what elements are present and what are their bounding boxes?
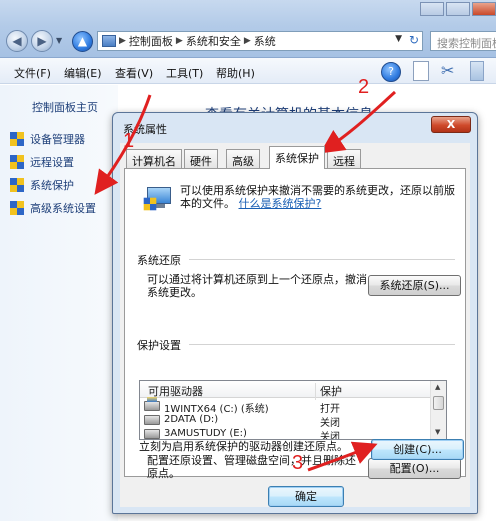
sidebar-item-label: 系统保护 — [30, 179, 74, 192]
group-divider — [189, 344, 455, 345]
restore-group-label: 系统还原 — [137, 252, 185, 268]
back-button[interactable]: ◀ — [6, 30, 28, 52]
drive-row[interactable]: 2DATA (D:) 关闭 — [140, 413, 432, 429]
sidebar-item-device-manager[interactable]: 设备管理器 — [10, 131, 85, 147]
drive-list[interactable]: 可用驱动器 保护 1WINTX64 (C:) (系统) 打开 2DATA (D:… — [139, 380, 447, 440]
minimize-button[interactable] — [420, 2, 444, 16]
tab-system-protection[interactable]: 系统保护 — [269, 146, 325, 169]
history-dropdown-icon[interactable]: ▼ — [56, 36, 62, 45]
drive-name: 3AMUSTUDY (E:) — [164, 428, 247, 439]
annotation-number-2: 2 — [358, 76, 370, 98]
control-panel-icon — [102, 35, 116, 47]
sidebar-item-remote-settings[interactable]: 远程设置 — [10, 154, 74, 170]
close-icon: X — [446, 118, 456, 131]
scroll-down-icon[interactable]: ▼ — [435, 428, 440, 436]
sidebar-item-label: 远程设置 — [30, 156, 74, 169]
refresh-icon[interactable]: ↻ — [409, 33, 419, 47]
window-close-button[interactable] — [472, 2, 496, 16]
drive-protection-status: 关闭 — [320, 432, 340, 440]
tab-hardware[interactable]: 硬件 — [184, 149, 218, 168]
configure-button[interactable]: 配置(O)... — [368, 458, 461, 479]
system-drive-icon — [144, 397, 160, 411]
view-options-icon[interactable] — [413, 61, 429, 81]
drive-row[interactable]: 1WINTX64 (C:) (系统) 打开 — [140, 397, 432, 415]
address-field[interactable]: ▶ 控制面板 ▶ 系统和安全 ▶ 系统 ▼ ↻ — [97, 31, 423, 51]
tab-computer-name[interactable]: 计算机名 — [126, 149, 182, 168]
sidebar-item-system-protection[interactable]: 系统保护 — [10, 177, 74, 193]
uac-shield-icon — [10, 201, 24, 215]
uac-shield-icon — [10, 155, 24, 169]
help-icon[interactable]: ? — [381, 62, 401, 82]
menu-view[interactable]: 查看(V) — [115, 65, 153, 81]
up-arrow-icon: ▲ — [77, 34, 88, 48]
breadcrumb-separator-icon[interactable]: ▶ — [119, 36, 126, 46]
hard-drive-icon — [144, 415, 160, 425]
uac-shield-icon — [10, 178, 24, 192]
system-restore-button[interactable]: 系统还原(S)... — [368, 275, 461, 296]
menu-help[interactable]: 帮助(H) — [216, 65, 255, 81]
back-arrow-icon: ◀ — [12, 34, 22, 48]
sidebar-item-label: 设备管理器 — [30, 133, 85, 146]
search-input[interactable]: 搜索控制面板 — [430, 31, 496, 51]
breadcrumb-system[interactable]: 系统 — [254, 33, 276, 49]
intro-description: 可以使用系统保护来撤消不需要的系统更改，还原以前版本的文件。 什么是系统保护? — [180, 184, 462, 210]
address-dropdown-icon[interactable]: ▼ — [395, 34, 402, 44]
forward-button[interactable]: ▶ — [31, 30, 53, 52]
configure-description: 配置还原设置、管理磁盘空间，并且删除还原点。 — [147, 454, 356, 480]
tab-remote[interactable]: 远程 — [327, 149, 361, 168]
create-restore-point-button[interactable]: 创建(C)... — [371, 439, 464, 460]
tab-advanced[interactable]: 高级 — [226, 149, 260, 168]
annotation-number-3: 3 — [292, 452, 304, 474]
address-bar: ◀ ▶ ▼ ▲ ▶ 控制面板 ▶ 系统和安全 ▶ 系统 ▼ ↻ 搜索控制面板 — [0, 0, 496, 58]
drive-list-scrollbar[interactable]: ▲ ▼ — [430, 381, 446, 439]
create-description: 立刻为启用系统保护的驱动器创建还原点。 — [139, 440, 348, 453]
hard-drive-icon — [144, 429, 160, 439]
maximize-button[interactable] — [446, 2, 470, 16]
what-is-system-protection-link[interactable]: 什么是系统保护? — [239, 197, 322, 210]
drive-name: 2DATA (D:) — [164, 414, 219, 425]
breadcrumb-system-security[interactable]: 系统和安全 — [186, 33, 241, 49]
dialog-close-button[interactable]: X — [431, 116, 471, 133]
ok-button[interactable]: 确定 — [268, 486, 344, 507]
customize-icon[interactable]: ✂ — [441, 61, 454, 80]
forward-arrow-icon: ▶ — [37, 34, 47, 48]
breadcrumb-separator-icon[interactable]: ▶ — [244, 36, 251, 46]
menu-edit[interactable]: 编辑(E) — [64, 65, 102, 81]
annotation-number-1: 1 — [123, 130, 135, 152]
drive-list-header: 可用驱动器 保护 — [140, 381, 432, 400]
control-panel-home-link[interactable]: 控制面板主页 — [32, 99, 98, 115]
restore-description: 可以通过将计算机还原到上一个还原点，撤消系统更改。 — [147, 273, 367, 299]
sidebar-item-advanced-settings[interactable]: 高级系统设置 — [10, 200, 96, 216]
protection-settings-label: 保护设置 — [137, 337, 185, 353]
breadcrumb-separator-icon[interactable]: ▶ — [176, 36, 183, 46]
menu-file[interactable]: 文件(F) — [14, 65, 51, 81]
left-navigation-pane: 控制面板主页 设备管理器 远程设置 系统保护 高级系统设置 — [0, 85, 118, 521]
more-options-icon[interactable] — [470, 61, 484, 81]
scroll-thumb[interactable] — [433, 396, 444, 410]
sidebar-item-label: 高级系统设置 — [30, 202, 96, 215]
column-header-protection[interactable]: 保护 — [320, 383, 342, 399]
system-protection-icon — [143, 183, 173, 211]
menu-tools[interactable]: 工具(T) — [166, 65, 203, 81]
up-level-button[interactable]: ▲ — [72, 31, 93, 52]
scroll-up-icon[interactable]: ▲ — [435, 383, 440, 391]
group-divider — [189, 259, 455, 260]
system-protection-panel: 可以使用系统保护来撤消不需要的系统更改，还原以前版本的文件。 什么是系统保护? … — [124, 168, 466, 480]
uac-shield-icon — [10, 132, 24, 146]
breadcrumb-control-panel[interactable]: 控制面板 — [129, 33, 173, 49]
